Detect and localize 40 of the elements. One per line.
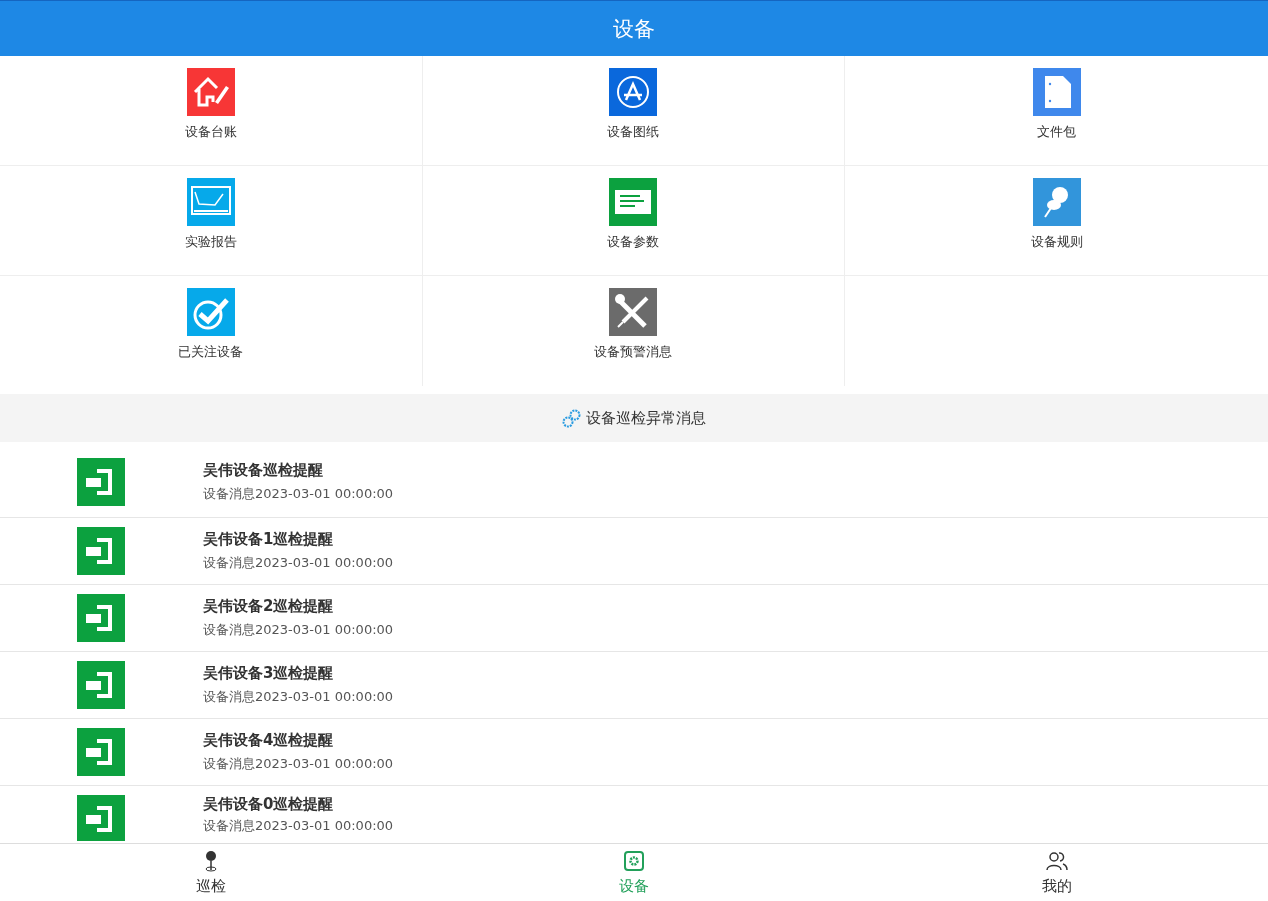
message-title: 吴伟设备1巡检提醒 [203,530,335,549]
menu-item[interactable]: 设备预警消息 [422,276,846,386]
menu-item[interactable]: 文件包 [845,56,1268,166]
exit-door-icon [77,728,125,776]
message-item[interactable]: 吴伟设备4巡检提醒 设备消息2023-03-01 00:00:00 [0,719,1268,786]
message-item[interactable]: 吴伟设备0巡检提醒 设备消息2023-03-01 00:00:00 [0,786,1268,841]
settings-icon [622,849,646,873]
message-item[interactable]: 吴伟设备2巡检提醒 设备消息2023-03-01 00:00:00 [0,585,1268,652]
menu-item[interactable]: 设备规则 [845,166,1268,276]
message-time: 设备消息2023-03-01 00:00:00 [203,484,394,503]
exit-door-icon [77,795,125,841]
exit-door-icon [77,661,125,709]
section-title: 设备巡检异常消息 [586,408,706,428]
menu-item[interactable]: 设备参数 [422,166,846,276]
message-time: 设备消息2023-03-01 00:00:00 [203,755,394,773]
menu-item[interactable]: 设备图纸 [422,56,846,166]
page-title: 设备 [613,15,655,43]
message-item[interactable]: 吴伟设备1巡检提醒 设备消息2023-03-01 00:00:00 [0,518,1268,585]
exit-door-icon [77,527,125,575]
message-title: 吴伟设备2巡检提醒 [203,597,335,616]
message-item[interactable]: 吴伟设备3巡检提醒 设备消息2023-03-01 00:00:00 [0,652,1268,719]
gears-icon [562,408,582,428]
nav-tab[interactable]: 巡检 [0,844,423,901]
message-item[interactable]: 吴伟设备巡检提醒 设备消息2023-03-01 00:00:00 [0,442,1268,518]
exit-door-icon [77,594,125,642]
message-title: 吴伟设备3巡检提醒 [203,664,335,683]
message-time: 设备消息2023-03-01 00:00:00 [203,554,394,572]
menu-item[interactable]: 设备台账 [0,56,423,166]
nav-tab[interactable]: 我的 [845,844,1268,901]
menu-item[interactable]: 已关注设备 [0,276,423,386]
nav-tab[interactable]: 设备 [422,844,846,901]
users-icon [1044,849,1069,873]
message-time: 设备消息2023-03-01 00:00:00 [203,688,394,706]
message-title: 吴伟设备4巡检提醒 [203,731,335,750]
message-title: 吴伟设备巡检提醒 [203,460,324,480]
message-time: 设备消息2023-03-01 00:00:00 [203,817,394,835]
message-time: 设备消息2023-03-01 00:00:00 [203,621,394,639]
message-title: 吴伟设备0巡检提醒 [203,795,335,814]
menu-item[interactable]: 实验报告 [0,166,423,276]
exit-door-icon [77,457,125,506]
